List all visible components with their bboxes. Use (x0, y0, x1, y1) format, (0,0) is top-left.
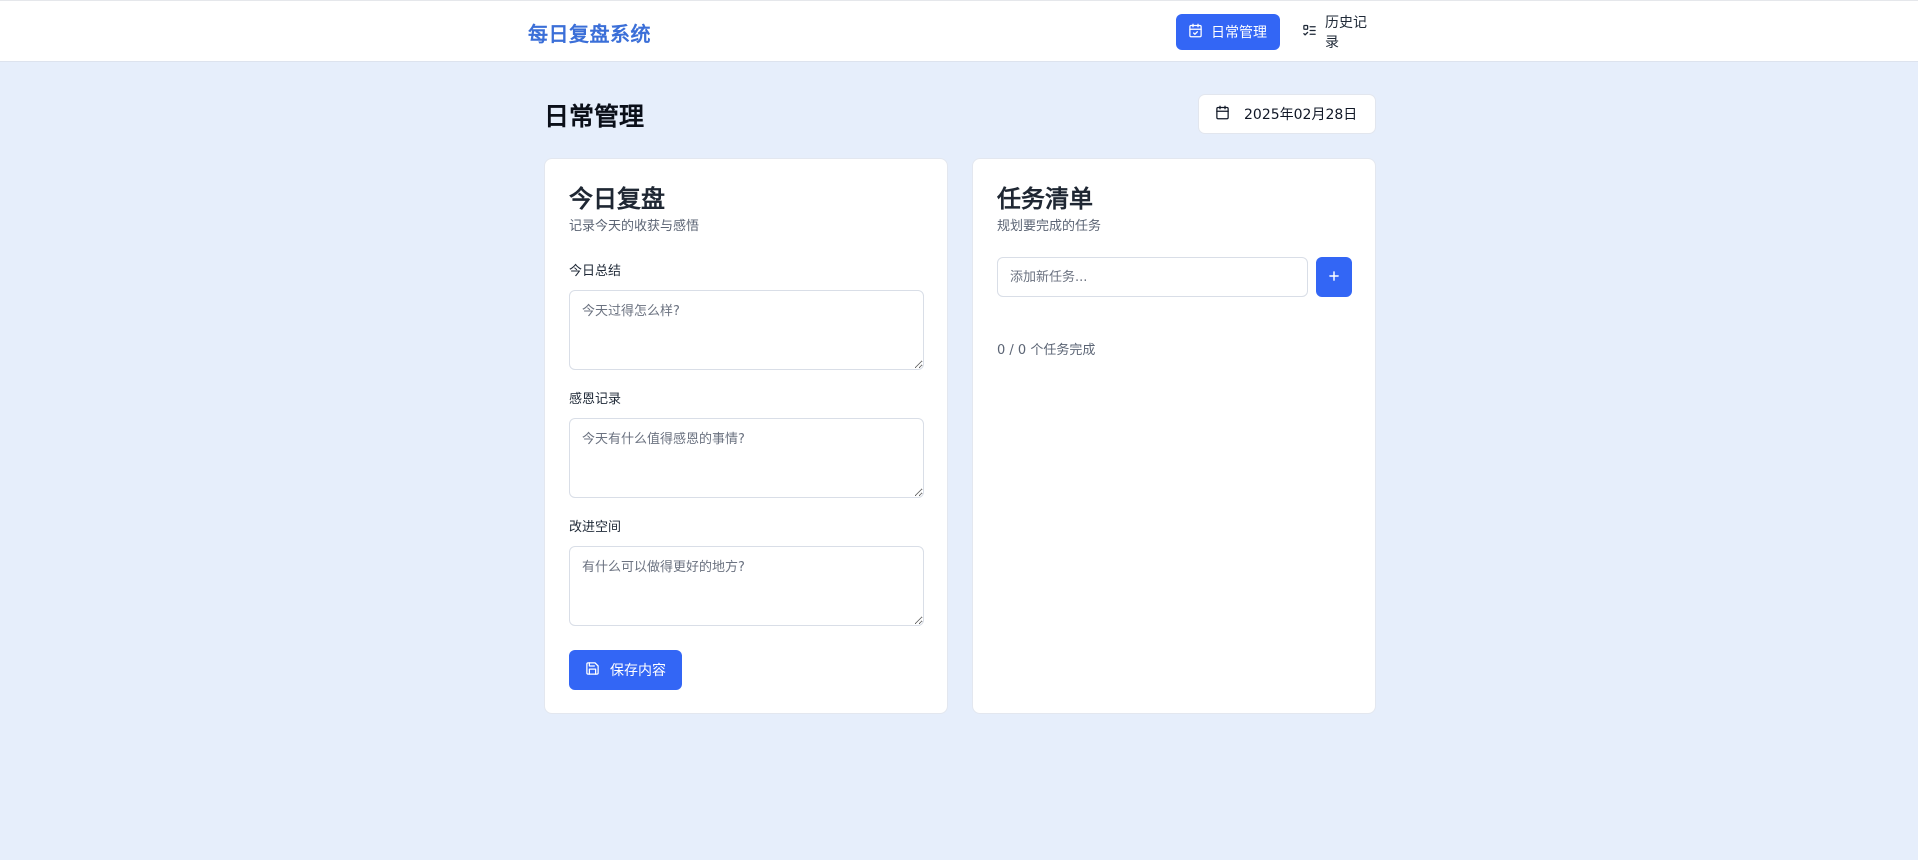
nav-daily-management-label: 日常管理 (1211, 25, 1267, 41)
improvement-label: 改进空间 (569, 520, 622, 535)
summary-textarea[interactable] (569, 290, 924, 370)
gratitude-label: 感恩记录 (569, 392, 622, 407)
date-picker-button[interactable]: 2025年02月28日 (1198, 94, 1376, 134)
task-list-card: 任务清单 规划要完成的任务 0 / 0 个任务完成 (972, 158, 1376, 714)
page-title: 日常管理 (544, 102, 645, 131)
new-task-input[interactable] (997, 257, 1308, 297)
date-label: 2025年02月28日 (1244, 107, 1358, 123)
save-button[interactable]: 保存内容 (569, 650, 682, 690)
gratitude-textarea[interactable] (569, 418, 924, 498)
save-icon (585, 661, 600, 680)
add-task-button[interactable] (1316, 257, 1352, 297)
summary-label: 今日总结 (569, 264, 622, 279)
list-checks-icon (1302, 23, 1317, 42)
nav-history-label: 历史记录 (1325, 15, 1367, 51)
nav-daily-management-button[interactable]: 日常管理 (1176, 14, 1280, 50)
calendar-check-icon (1188, 23, 1203, 42)
plus-icon (1327, 269, 1341, 286)
task-progress-text: 0 / 0 个任务完成 (997, 343, 1096, 358)
task-list-subtitle: 规划要完成的任务 (997, 219, 1102, 234)
calendar-icon (1215, 105, 1230, 124)
daily-review-title: 今日复盘 (569, 185, 665, 213)
daily-review-card: 今日复盘 记录今天的收获与感悟 今日总结 感恩记录 改进空间 保存内容 (544, 158, 948, 714)
improvement-textarea[interactable] (569, 546, 924, 626)
nav-history-button[interactable]: 历史记录 (1290, 14, 1390, 51)
task-list-title: 任务清单 (997, 185, 1093, 213)
save-button-label: 保存内容 (610, 663, 666, 679)
daily-review-subtitle: 记录今天的收获与感悟 (569, 219, 700, 234)
app-brand[interactable]: 每日复盘系统 (528, 18, 651, 47)
top-nav-bar: 每日复盘系统 日常管理 历史记录 (0, 0, 1918, 62)
